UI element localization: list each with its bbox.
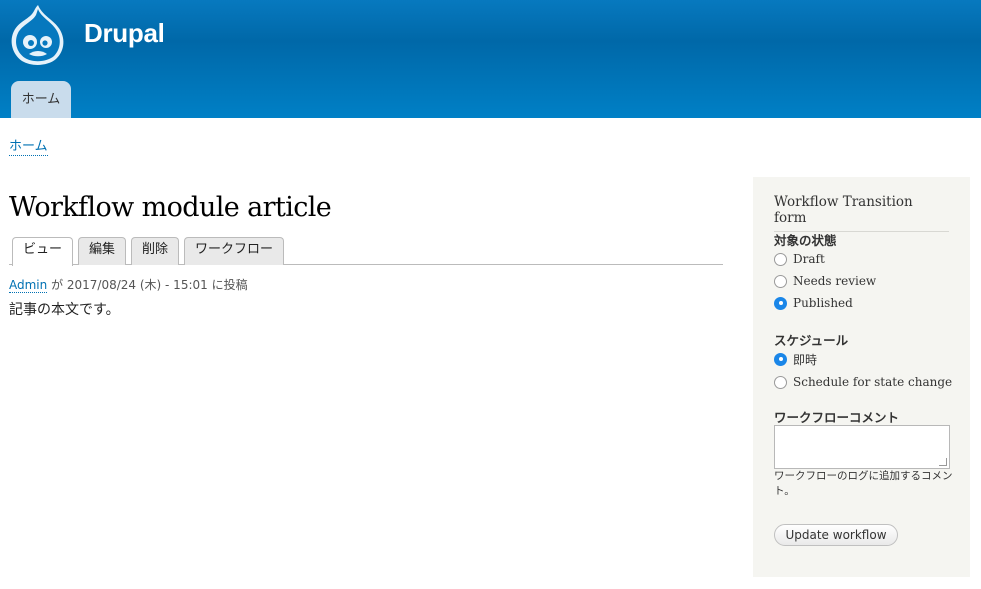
radio-immediate-label[interactable]: 即時 <box>793 351 817 368</box>
site-header: Drupal ホーム <box>0 0 981 118</box>
drupal-logo-icon[interactable] <box>8 3 68 67</box>
radio-published[interactable] <box>774 296 787 310</box>
site-name[interactable]: Drupal <box>84 18 165 49</box>
state-option-needs-review[interactable]: Needs review <box>774 273 876 289</box>
schedule-label: スケジュール <box>774 333 849 348</box>
article-body: 記事の本文です。 <box>9 302 120 318</box>
workflow-comment-textarea[interactable] <box>774 425 950 469</box>
tab-view[interactable]: ビュー <box>12 237 73 266</box>
submitted-info: Admin が 2017/08/24 (木) - 15:01 に投稿 <box>9 276 248 293</box>
radio-draft[interactable] <box>774 252 787 266</box>
tab-edit[interactable]: 編集 <box>78 237 126 265</box>
schedule-option-scheduled[interactable]: Schedule for state change <box>774 374 952 390</box>
radio-published-label[interactable]: Published <box>793 296 853 310</box>
block-title: Workflow Transition form <box>774 194 949 232</box>
radio-draft-label[interactable]: Draft <box>793 252 825 266</box>
breadcrumb-home-link[interactable]: ホーム <box>9 139 48 156</box>
nav-home-tab[interactable]: ホーム <box>11 81 71 118</box>
comment-description: ワークフローのログに追加するコメント。 <box>774 470 953 497</box>
radio-needs-review-label[interactable]: Needs review <box>793 274 876 288</box>
state-label: 対象の状態 <box>774 233 837 248</box>
schedule-option-immediate[interactable]: 即時 <box>774 351 817 367</box>
radio-scheduled[interactable] <box>774 375 787 389</box>
comment-label: ワークフローコメント <box>774 410 900 425</box>
update-workflow-button[interactable]: Update workflow <box>774 524 898 546</box>
author-link[interactable]: Admin <box>9 278 48 293</box>
page-title: Workflow module article <box>9 192 332 223</box>
tab-workflow[interactable]: ワークフロー <box>184 237 284 265</box>
state-option-draft[interactable]: Draft <box>774 251 825 267</box>
workflow-sidebar: Workflow Transition form 対象の状態 Draft Nee… <box>753 177 970 577</box>
submitted-text: が 2017/08/24 (木) - 15:01 に投稿 <box>47 278 248 292</box>
radio-needs-review[interactable] <box>774 274 787 288</box>
state-option-published[interactable]: Published <box>774 295 853 311</box>
tab-delete[interactable]: 削除 <box>131 237 179 265</box>
radio-immediate[interactable] <box>774 352 787 366</box>
radio-scheduled-label[interactable]: Schedule for state change <box>793 375 952 389</box>
